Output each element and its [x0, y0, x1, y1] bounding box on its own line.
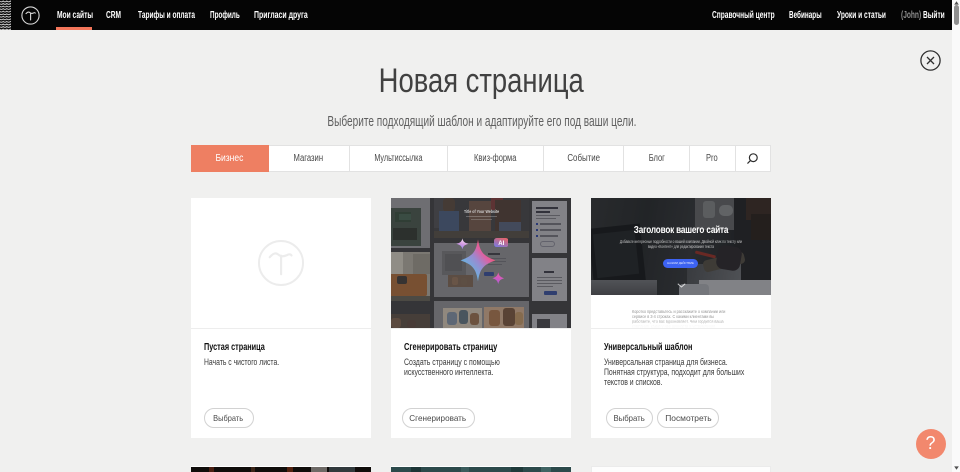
svg-text:AI: AI	[498, 241, 504, 247]
